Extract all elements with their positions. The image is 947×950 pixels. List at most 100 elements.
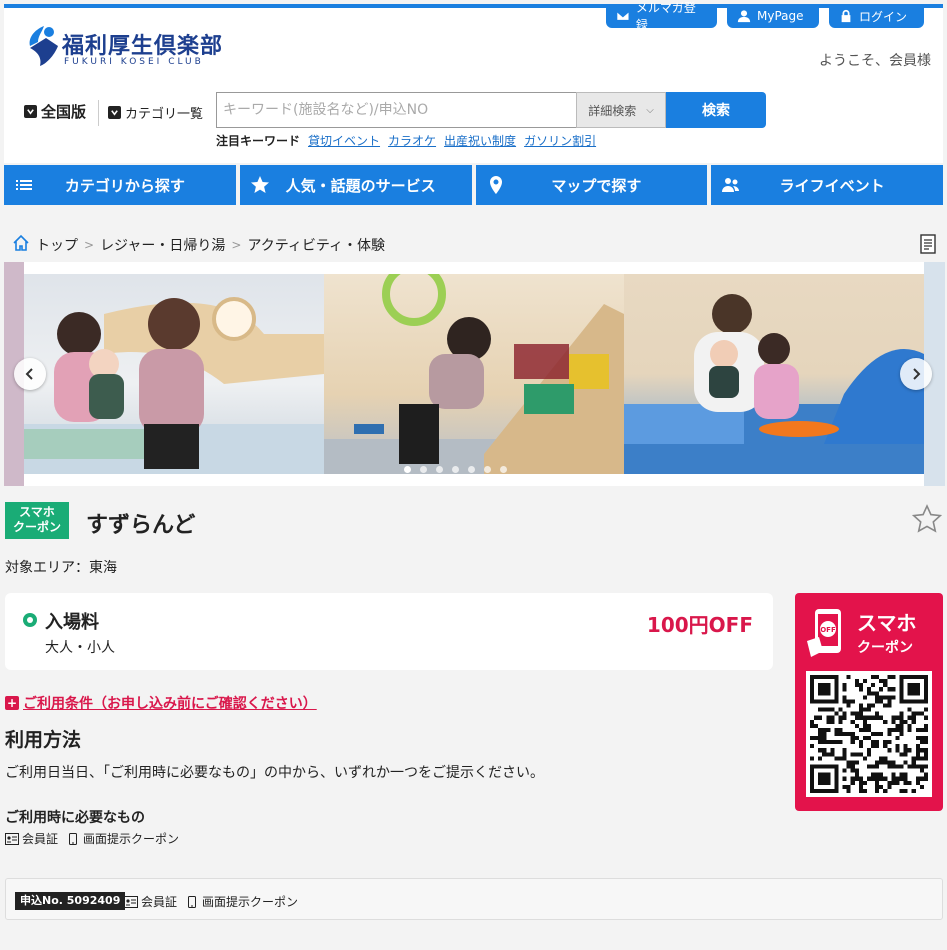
smartphone-icon <box>188 895 197 908</box>
breadcrumb-activity[interactable]: アクティビティ・体験 <box>247 235 385 255</box>
application-items: 会員証 画面提示クーポン <box>124 893 298 910</box>
discount-value: 100円OFF <box>646 613 753 637</box>
application-item: 会員証 <box>124 893 177 910</box>
people-icon <box>721 175 741 195</box>
keyword-link[interactable]: 貸切イベント <box>308 132 380 149</box>
list-icon <box>14 175 34 195</box>
account-buttons: メルマガ登録 MyPage ログイン <box>606 1 924 32</box>
nav-life-event[interactable]: ライフイベント <box>711 165 943 205</box>
search-input[interactable] <box>216 92 576 128</box>
newsletter-button[interactable]: メルマガ登録 <box>606 1 717 32</box>
required-item-label: 会員証 <box>22 832 59 846</box>
smartphone-icon <box>69 832 78 845</box>
search-button[interactable]: 検索 <box>666 92 766 128</box>
logo-subtext: FUKURI KOSEI CLUB <box>64 57 204 67</box>
nav-map[interactable]: マップで探す <box>475 165 708 205</box>
price-label: 入場料 <box>45 612 99 633</box>
required-items-heading: ご利用時に必要なもの <box>5 810 145 826</box>
main-nav: カテゴリから探す 人気・話題のサービス マップで探す ライフイベント <box>4 165 943 205</box>
category-selector[interactable]: カテゴリ一覧 <box>108 103 203 122</box>
required-items: 会員証 画面提示クーポン <box>5 830 179 847</box>
nav-popular[interactable]: 人気・話題のサービス <box>239 165 472 205</box>
home-icon[interactable] <box>12 234 30 256</box>
member-card-icon <box>5 832 19 845</box>
chevron-left-icon <box>25 368 33 380</box>
member-card-icon <box>124 895 138 908</box>
login-label: ログイン <box>859 9 908 24</box>
nav-map-label: マップで探す <box>551 176 642 195</box>
photo-children-play-wall <box>24 297 324 474</box>
login-button[interactable]: ログイン <box>829 4 924 28</box>
chevron-right-icon: > <box>231 238 242 252</box>
carousel-dot[interactable] <box>500 466 507 473</box>
detail-search-label: 詳細検索 <box>588 103 637 118</box>
area-selector[interactable]: 全国版 <box>24 101 86 122</box>
smartphone-coupon-badge: スマホ クーポン <box>5 502 69 539</box>
required-item: 画面提示クーポン <box>66 830 179 847</box>
carousel-dots <box>404 466 507 473</box>
application-item-label: 画面提示クーポン <box>202 895 299 909</box>
required-item: 会員証 <box>5 830 58 847</box>
qr-code-image <box>810 675 928 793</box>
chevron-down-icon <box>24 105 37 118</box>
coupon-title: スマホ <box>857 611 917 635</box>
area-selector-label: 全国版 <box>41 103 87 121</box>
application-item: 画面提示クーポン <box>185 893 298 910</box>
chevron-right-icon <box>913 368 921 380</box>
chevron-right-icon: > <box>84 238 95 252</box>
map-pin-icon <box>486 175 506 195</box>
keyword-link[interactable]: ガソリン割引 <box>524 132 596 149</box>
application-number: 申込No. 5092409 <box>15 892 126 910</box>
featured-keywords: 注目キーワード 貸切イベント カラオケ 出産祝い制度 ガソリン割引 <box>216 132 596 149</box>
detail-search-select[interactable]: 詳細検索 ⌵ <box>576 92 666 128</box>
carousel-photo <box>324 262 624 474</box>
divider <box>98 100 99 126</box>
target-area: 対象エリア：東海 <box>5 560 117 576</box>
badge-line-1: スマホ <box>19 505 55 519</box>
carousel-next-button[interactable] <box>900 358 932 390</box>
smartphone-coupon-panel[interactable]: OFF スマホ クーポン <box>795 593 943 811</box>
coupon-subtitle: クーポン <box>857 640 913 656</box>
usage-conditions-label: ご利用条件（お申し込み前にご確認ください） <box>23 696 317 712</box>
mypage-button[interactable]: MyPage <box>727 4 819 28</box>
price-target: 大人・小人 <box>45 640 115 656</box>
photo-child-climbing-slide <box>324 262 624 474</box>
print-icon[interactable] <box>918 233 938 255</box>
keyword-link[interactable]: カラオケ <box>388 132 436 149</box>
logo-mark-icon <box>29 26 58 66</box>
site-header: 福利厚生倶楽部 FUKURI KOSEI CLUB メルマガ登録 MyPage … <box>4 1 943 163</box>
smartphone-icon: OFF <box>807 609 841 657</box>
required-item-label: 画面提示クーポン <box>83 832 180 846</box>
qr-code[interactable] <box>806 671 932 797</box>
chevron-down-icon <box>108 106 121 119</box>
mail-icon <box>616 11 630 21</box>
facility-title: すずらんど <box>86 513 196 538</box>
carousel-dot[interactable] <box>420 466 427 473</box>
carousel-dot[interactable] <box>404 466 411 473</box>
newsletter-label: メルマガ登録 <box>635 1 696 32</box>
carousel-dot[interactable] <box>452 466 459 473</box>
photo-family-on-mats <box>624 294 924 474</box>
carousel-dot[interactable] <box>484 466 491 473</box>
nav-popular-label: 人気・話題のサービス <box>285 176 436 195</box>
bullet-icon <box>23 613 37 627</box>
breadcrumb-leisure[interactable]: レジャー・日帰り湯 <box>100 235 225 255</box>
usage-description: ご利用日当日、「ご利用時に必要なもの」の中から、いずれか一つをご提示ください。 <box>5 765 544 781</box>
photo-carousel <box>4 262 945 486</box>
site-logo[interactable]: 福利厚生倶楽部 FUKURI KOSEI CLUB <box>24 24 224 78</box>
favorite-star-icon[interactable] <box>912 504 942 534</box>
carousel-dot[interactable] <box>468 466 475 473</box>
carousel-prev-button[interactable] <box>14 358 46 390</box>
chevron-down-icon: ⌵ <box>646 104 654 116</box>
breadcrumb-top[interactable]: トップ <box>36 235 78 255</box>
mypage-label: MyPage <box>757 9 804 23</box>
welcome-text: ようこそ、会員様 <box>819 53 931 69</box>
carousel-dot[interactable] <box>436 466 443 473</box>
breadcrumb: トップ > レジャー・日帰り湯 > アクティビティ・体験 <box>12 234 385 256</box>
lock-icon <box>841 9 851 23</box>
category-selector-label: カテゴリ一覧 <box>125 107 204 122</box>
nav-category[interactable]: カテゴリから探す <box>4 165 236 205</box>
featured-keywords-label: 注目キーワード <box>216 134 301 148</box>
keyword-link[interactable]: 出産祝い制度 <box>444 132 516 149</box>
usage-conditions-link[interactable]: + ご利用条件（お申し込み前にご確認ください） <box>5 693 317 713</box>
